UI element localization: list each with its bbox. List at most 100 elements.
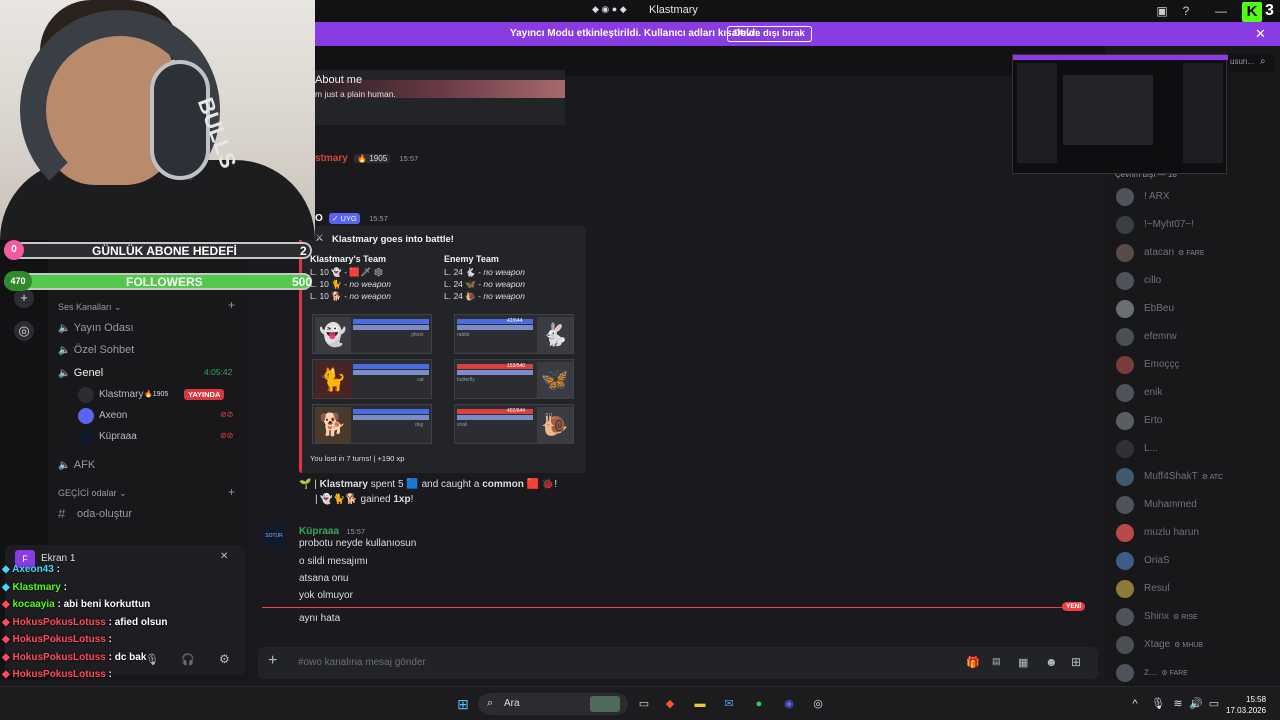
add-temp-icon[interactable]: + bbox=[228, 485, 235, 499]
message-input[interactable]: #owo kanalına mesaj gönder bbox=[298, 657, 426, 668]
hunt-exclaim: ! bbox=[554, 479, 558, 490]
cat-icon: 🐈 bbox=[315, 362, 351, 398]
snail-icon: 🐌 bbox=[537, 407, 573, 443]
member-row[interactable]: enik bbox=[1116, 384, 1276, 404]
sticker-icon[interactable]: ▦ bbox=[1018, 656, 1028, 669]
my-team-header: Klastmary's Team bbox=[310, 254, 387, 264]
pet-weapon: no weapon bbox=[349, 279, 391, 289]
disable-button[interactable]: Devre dışı bırak bbox=[727, 26, 812, 42]
member-avatar bbox=[1116, 328, 1134, 346]
chat-username: HokusPokusLotuss bbox=[12, 634, 106, 645]
message-author-3[interactable]: Küpraaa bbox=[299, 526, 339, 537]
member-row[interactable]: Emoççç bbox=[1116, 356, 1276, 376]
kupraaa-avatar[interactable]: SOTUR bbox=[261, 523, 287, 549]
search-icon: ⌕ bbox=[487, 697, 494, 709]
minimize-icon[interactable]: — bbox=[1213, 3, 1229, 19]
clock[interactable]: 15:58 17.03.2026 bbox=[1226, 694, 1266, 716]
task-view-icon[interactable]: ▭ bbox=[636, 696, 652, 712]
sub-goal-bar: GÜNLÜK ABONE HEDEFİ 2 bbox=[4, 242, 312, 259]
temp-category-label: GEÇİCİ odalar bbox=[58, 488, 117, 498]
windows-start-icon[interactable]: ⊞ bbox=[455, 696, 471, 712]
speaker-icon: 🔈 bbox=[58, 368, 71, 379]
member-name: enik bbox=[1144, 387, 1163, 398]
member-row[interactable]: Resul bbox=[1116, 580, 1276, 600]
screen-share-preview[interactable] bbox=[1012, 54, 1228, 174]
member-avatar bbox=[1116, 524, 1134, 542]
member-row[interactable]: Muff4ShakT ⚙ ATC bbox=[1116, 468, 1276, 488]
member-tag: ⚙ MHUB bbox=[1174, 642, 1203, 649]
wifi-icon[interactable]: ≋ bbox=[1170, 696, 1186, 712]
voice-category[interactable]: Ses Kanalları ⌄ bbox=[58, 302, 122, 313]
member-row[interactable]: efemrw bbox=[1116, 328, 1276, 348]
add-server-icon[interactable]: + bbox=[14, 288, 34, 308]
headphone-icon[interactable]: 🎧 bbox=[181, 653, 195, 666]
channel-label: AFK bbox=[73, 459, 96, 471]
settings-icon[interactable]: ⚙ bbox=[219, 652, 230, 666]
channel-afk[interactable]: 🔈 AFK bbox=[58, 457, 95, 471]
discord-icon[interactable]: ◉ bbox=[781, 696, 797, 712]
spotify-icon[interactable]: ● bbox=[751, 696, 767, 712]
member-row[interactable]: OriaS bbox=[1116, 552, 1276, 572]
close-icon[interactable]: ✕ bbox=[220, 551, 228, 562]
channel-yayin-odasi[interactable]: 🔈 Yayın Odası bbox=[58, 320, 134, 334]
search-icon[interactable]: ⌕ bbox=[1260, 56, 1266, 67]
message-header: stmary 🔥 1905 15:57 bbox=[315, 150, 418, 164]
bot-name[interactable]: O bbox=[315, 213, 323, 224]
chat-username: HokusPokusLotuss bbox=[12, 652, 106, 663]
member-row[interactable]: Muhammed bbox=[1116, 496, 1276, 516]
gift-icon[interactable]: 🎁 bbox=[966, 656, 980, 669]
brave-icon[interactable]: ◆ bbox=[662, 696, 678, 712]
hunt-exclaim-2: ! bbox=[410, 494, 414, 505]
add-channel-icon[interactable]: + bbox=[228, 298, 235, 312]
plus-icon[interactable]: + bbox=[268, 652, 277, 670]
member-row[interactable]: L... bbox=[1116, 440, 1276, 460]
discover-icon[interactable]: ◎ bbox=[14, 321, 34, 341]
voice-user-name: Axeon bbox=[99, 410, 128, 421]
hp-bar bbox=[353, 319, 429, 324]
chat-sep: : bbox=[105, 617, 115, 628]
wp-bar bbox=[353, 370, 429, 375]
chat-line: ◆ HokusPokusLotuss : dc bak bbox=[2, 652, 146, 663]
close-icon[interactable]: ✕ bbox=[1255, 26, 1266, 42]
chat-sep: : bbox=[105, 669, 112, 680]
emoji-icon[interactable]: ☻ bbox=[1045, 655, 1058, 669]
member-row[interactable]: Xtage ⚙ MHUB bbox=[1116, 636, 1276, 656]
search-input[interactable]: usun... bbox=[1230, 57, 1254, 66]
app-icon[interactable]: ◎ bbox=[810, 696, 826, 712]
temp-category[interactable]: GEÇİCİ odalar ⌄ bbox=[58, 488, 127, 499]
member-row[interactable]: cillo bbox=[1116, 272, 1276, 292]
channel-ozel-sohbet[interactable]: 🔈 Özel Sohbet bbox=[58, 342, 134, 356]
message-author[interactable]: stmary bbox=[315, 153, 348, 164]
battery-icon[interactable]: ▭ bbox=[1206, 696, 1222, 712]
chat-sep: : bbox=[60, 582, 67, 593]
member-row[interactable]: atacan ⚙ FARE bbox=[1116, 244, 1276, 264]
hp-text: 402/644 bbox=[507, 408, 526, 414]
pet-card-butterfly: 153/540 butterfly 🦋 bbox=[454, 359, 574, 399]
apps-icon[interactable]: ⊞ bbox=[1071, 655, 1081, 669]
taskbar-search[interactable]: ⌕ Ara bbox=[478, 693, 628, 715]
gif-icon[interactable]: ▤ bbox=[992, 656, 1001, 667]
member-row[interactable]: muzlu harun bbox=[1116, 524, 1276, 544]
member-row[interactable]: EbBeu bbox=[1116, 300, 1276, 320]
hp-bar bbox=[353, 409, 429, 414]
volume-icon[interactable]: 🔊 bbox=[1188, 696, 1204, 712]
member-row[interactable]: !~Myht07~! bbox=[1116, 216, 1276, 236]
mic-icon[interactable]: 🎙 bbox=[145, 653, 159, 666]
member-row[interactable]: z... ⚙ FARE bbox=[1116, 664, 1276, 684]
message-input-box[interactable]: + #owo kanalına mesaj gönder 🎁 ▤ ▦ ☻ ⊞ bbox=[258, 647, 1098, 679]
chat-username: Klastmary bbox=[12, 582, 61, 593]
speaker-icon: 🔈 bbox=[58, 460, 71, 471]
mail-icon[interactable]: ✉ bbox=[721, 696, 737, 712]
channel-oda-olustur[interactable]: oda-oluştur bbox=[77, 508, 132, 520]
member-row[interactable]: Erto bbox=[1116, 412, 1276, 432]
help-icon[interactable]: ? bbox=[1178, 3, 1194, 19]
member-row[interactable]: ! ARX bbox=[1116, 188, 1276, 208]
inbox-icon[interactable]: ▣ bbox=[1154, 3, 1170, 19]
avatar bbox=[78, 387, 94, 403]
tray-chevron-icon[interactable]: ^ bbox=[1127, 696, 1143, 712]
channel-genel[interactable]: 🔈 Genel bbox=[58, 365, 103, 379]
folder-icon[interactable]: ▬ bbox=[692, 696, 708, 712]
member-row[interactable]: Shinx ⚙ RISE bbox=[1116, 608, 1276, 628]
microphone-tray-icon[interactable]: 🎙 bbox=[1150, 696, 1166, 712]
sprout-icon: 🌱 bbox=[299, 479, 312, 490]
